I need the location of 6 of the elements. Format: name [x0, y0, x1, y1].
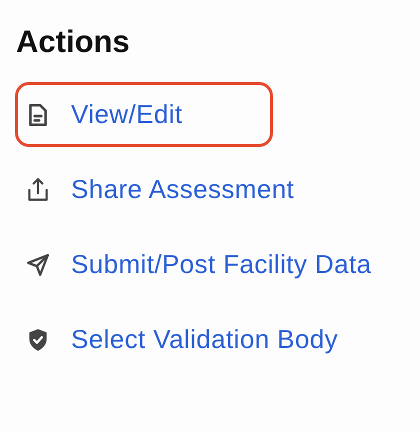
paper-plane-icon [25, 252, 51, 278]
action-link[interactable]: Share Assessment [15, 157, 312, 222]
section-title: Actions [16, 23, 131, 61]
action-link[interactable]: Select Validation Body [15, 307, 356, 372]
action-link[interactable]: Submit/Post Facility Data [15, 232, 388, 297]
action-link[interactable]: View/Edit [15, 82, 273, 147]
